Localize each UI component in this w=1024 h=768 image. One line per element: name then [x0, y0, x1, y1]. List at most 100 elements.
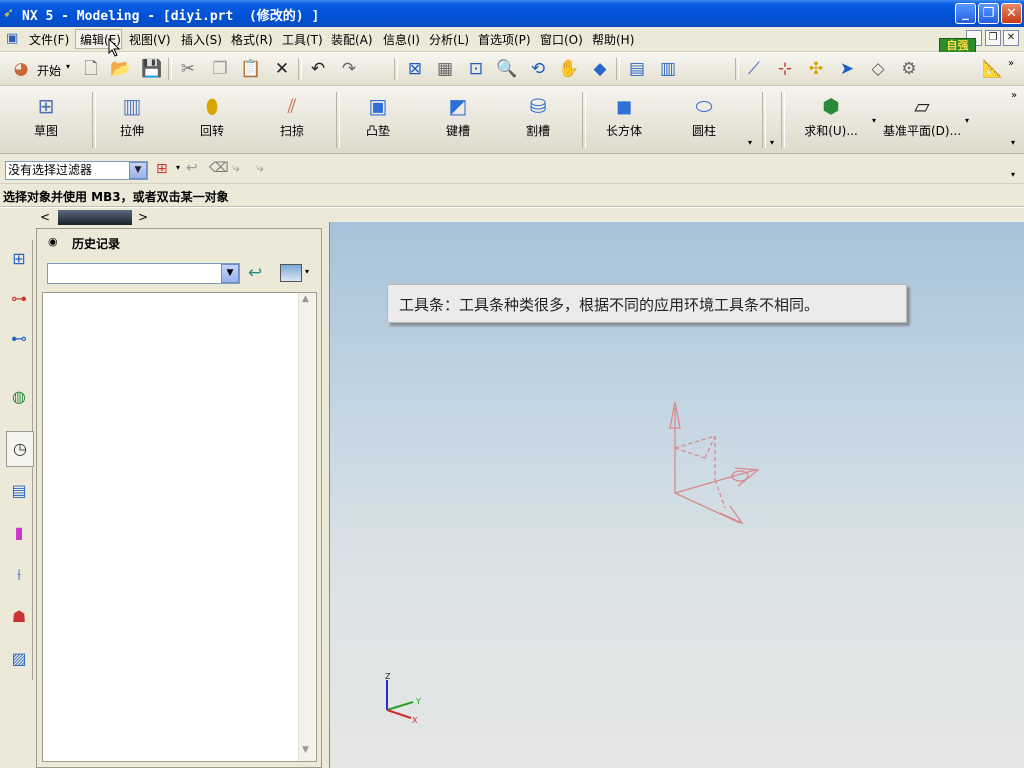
block-button[interactable]: ◼ 长方体 [588, 94, 660, 144]
undo-selection-icon[interactable]: ↩ [186, 160, 198, 176]
datum-dropdown-icon[interactable]: ▾ [965, 116, 969, 125]
history-list[interactable] [42, 292, 317, 762]
measure-icon[interactable]: 📐 [982, 58, 1004, 80]
toolbar-options-icon[interactable]: ▾ [1011, 138, 1015, 147]
scroll-down-icon[interactable]: ▼ [302, 745, 309, 755]
pan-icon[interactable]: ✋ [558, 58, 580, 80]
wcs-icon[interactable]: ⟋ [743, 58, 765, 80]
history-icon[interactable]: ◷ [6, 431, 34, 467]
unite-button[interactable]: ⬢ 求和(U)... [795, 94, 867, 144]
zoom-icon[interactable]: ⊡ [465, 58, 487, 80]
select-arrow-icon-2[interactable]: ⤷ [256, 160, 264, 176]
type-filter-select[interactable]: 没有选择过滤器 [5, 161, 148, 180]
menu-view[interactable]: 视图(V) [129, 31, 171, 48]
csys-icon[interactable]: ⚙ [898, 58, 920, 80]
menu-analysis[interactable]: 分析(L) [429, 31, 469, 48]
system-materials-icon[interactable]: ⟊ [6, 558, 32, 592]
groove-button[interactable]: ⛁ 割槽 [502, 94, 574, 144]
thumbnail-dropdown-icon[interactable]: ▾ [305, 267, 309, 276]
point-icon[interactable]: ✣ [805, 58, 827, 80]
fit-icon[interactable]: ⊠ [404, 58, 426, 80]
chevron-right-icon[interactable]: > [138, 210, 148, 224]
start-menu-label[interactable]: 开始 [37, 62, 61, 79]
delete-icon[interactable]: ✕ [271, 58, 293, 80]
menu-insert[interactable]: 插入(S) [181, 31, 222, 48]
extrude-button[interactable]: ▥ 拉伸 [96, 94, 168, 144]
toolbar-overflow-icon-3[interactable]: » [1008, 58, 1014, 69]
select-arrow-icon[interactable]: ⤷ [232, 160, 240, 176]
layer2-icon[interactable]: ▥ [657, 58, 679, 80]
zoom-box-icon[interactable]: ▦ [434, 58, 456, 80]
constraint-navigator-icon[interactable]: ⊶ [6, 282, 32, 316]
slot-button[interactable]: ◩ 键槽 [422, 94, 494, 144]
unite-icon: ⬢ [822, 94, 840, 118]
pin-icon[interactable]: ◉ [48, 235, 58, 248]
feature-dropdown-icon-2[interactable]: ▾ [770, 138, 774, 147]
unite-dropdown-icon[interactable]: ▾ [872, 116, 876, 125]
selbar-options-icon[interactable]: ▾ [1011, 170, 1015, 179]
menu-preferences[interactable]: 首选项(P) [478, 31, 531, 48]
roles-icon[interactable]: ☗ [6, 600, 32, 634]
snap-point-icon[interactable]: ⊞ [156, 161, 168, 177]
datum-plane-button[interactable]: ▱ 基准平面(D)... [882, 94, 962, 144]
cylinder-button[interactable]: ⬭ 圆柱 [668, 94, 740, 144]
history-combo[interactable] [47, 263, 240, 284]
menu-format[interactable]: 格式(R) [231, 31, 273, 48]
start-dropdown-icon[interactable]: ▾ [66, 62, 70, 71]
pad-label: 凸垫 [365, 124, 390, 138]
restore-button[interactable]: ❐ [978, 3, 999, 24]
sketch-button[interactable]: ⊞ 草图 [10, 94, 82, 144]
pad-button[interactable]: ▣ 凸垫 [342, 94, 414, 144]
new-icon[interactable]: 🗋 [80, 58, 102, 80]
nav-tab-strip[interactable] [58, 210, 132, 225]
history-scrollbar[interactable] [298, 293, 316, 761]
layer-icon[interactable]: ▤ [626, 58, 648, 80]
rotate-icon[interactable]: ⟲ [527, 58, 549, 80]
menu-help[interactable]: 帮助(H) [592, 31, 634, 48]
wcs-triad-icon[interactable] [660, 398, 770, 528]
feature-dropdown-icon[interactable]: ▾ [748, 138, 752, 147]
snap-dropdown-icon[interactable]: ▾ [176, 163, 180, 172]
shaded-icon[interactable]: ◆ [589, 58, 611, 80]
copy-icon[interactable]: ❐ [209, 58, 231, 80]
chevron-down-icon[interactable]: ▼ [129, 162, 147, 179]
doc-close-button[interactable]: ✕ [1003, 30, 1019, 46]
sweep-button[interactable]: ⫽ 扫掠 [256, 94, 328, 144]
revolve-button[interactable]: ⬮ 回转 [176, 94, 248, 144]
close-button[interactable]: ✕ [1001, 3, 1022, 24]
undo-icon[interactable]: ↶ [307, 58, 329, 80]
toolbar-overflow-icon-4[interactable]: » [1011, 90, 1017, 101]
assembly-navigator-icon[interactable]: ⊞ [6, 242, 32, 276]
save-icon[interactable]: 💾 [141, 58, 163, 80]
open-icon[interactable]: 📂 [110, 58, 132, 80]
chevron-left-icon[interactable]: < [40, 210, 50, 224]
nx-logo-icon[interactable]: ➶ [3, 6, 19, 21]
chevron-down-icon[interactable]: ▼ [221, 264, 239, 283]
cut-icon[interactable]: ✂ [177, 58, 199, 80]
menu-assemblies[interactable]: 装配(A) [331, 31, 373, 48]
start-icon[interactable]: ◕ [10, 58, 32, 80]
palette-icon[interactable]: ▮ [6, 516, 32, 550]
cylinder-label: 圆柱 [691, 124, 716, 138]
menu-tools[interactable]: 工具(T) [282, 31, 323, 48]
menu-information[interactable]: 信息(I) [383, 31, 420, 48]
menu-file[interactable]: 文件(F) [29, 31, 69, 48]
vector-icon[interactable]: ➤ [836, 58, 858, 80]
minimize-button[interactable]: _ [955, 3, 976, 24]
menu-window[interactable]: 窗口(O) [540, 31, 583, 48]
part-navigator-icon[interactable]: ⊷ [6, 322, 32, 356]
doc-restore-button[interactable]: ❐ [985, 30, 1001, 46]
scroll-up-icon[interactable]: ▲ [302, 294, 309, 304]
thumbnail-icon[interactable] [280, 264, 302, 282]
redo-icon[interactable]: ↷ [338, 58, 360, 80]
web-browser-icon[interactable]: ◍ [6, 380, 32, 414]
plane-icon[interactable]: ◇ [867, 58, 889, 80]
document-icon[interactable]: ▣ [6, 31, 18, 46]
zoom-in-out-icon[interactable]: 🔍 [496, 58, 518, 80]
paste-icon[interactable]: 📋 [240, 58, 262, 80]
reuse-library-icon[interactable]: ▤ [6, 474, 32, 508]
eraser-icon[interactable]: ⌫ [209, 160, 229, 176]
visualization-icon[interactable]: ▨ [6, 642, 32, 676]
restore-arrow-icon[interactable]: ↩ [248, 263, 262, 283]
wcs-orient-icon[interactable]: ⊹ [774, 58, 796, 80]
